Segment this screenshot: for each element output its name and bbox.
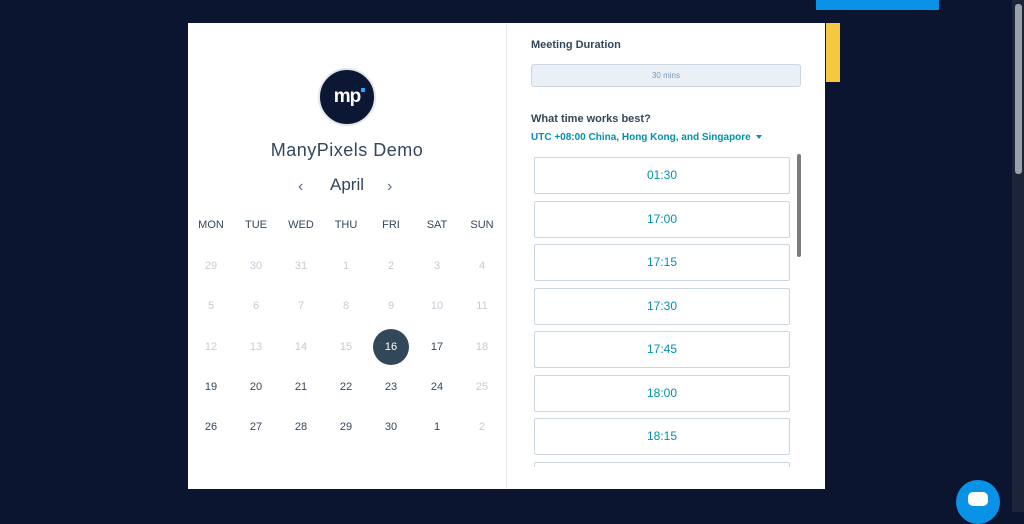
calendar-day: 30 bbox=[249, 260, 263, 272]
month-navigation: ‹ April › bbox=[188, 175, 506, 199]
calendar-day: 31 bbox=[294, 260, 308, 272]
calendar-day[interactable]: 22 bbox=[328, 369, 364, 405]
logo-text: mp bbox=[334, 86, 366, 108]
calendar-day: 4 bbox=[478, 260, 486, 272]
calendar-day: 29 bbox=[204, 260, 218, 272]
calendar-day[interactable]: 21 bbox=[283, 369, 319, 405]
meeting-scheduler-card: mp ManyPixels Demo ‹ April › MON TUE WED TH… bbox=[188, 23, 825, 489]
weekday-label: THU bbox=[334, 219, 358, 231]
calendar-day[interactable]: 27 bbox=[238, 409, 274, 445]
weekday-label: WED bbox=[288, 219, 314, 231]
calendar-day: 7 bbox=[297, 300, 305, 312]
calendar-day: 14 bbox=[294, 341, 308, 353]
calendar-panel: mp ManyPixels Demo ‹ April › MON TUE WED TH… bbox=[188, 23, 507, 489]
month-label: April bbox=[329, 175, 364, 194]
time-slot-button[interactable]: 17:45 bbox=[534, 331, 790, 368]
calendar-day: 3 bbox=[433, 260, 441, 272]
calendar-day: 1 bbox=[342, 260, 350, 272]
top-cta-bar[interactable] bbox=[816, 0, 939, 10]
calendar-day: 18 bbox=[475, 341, 489, 353]
calendar-day: 11 bbox=[476, 300, 488, 312]
time-slot-list[interactable]: 01:30 17:00 17:15 17:30 17:45 18:00 18:15 bbox=[534, 157, 790, 467]
page-scrollbar-thumb[interactable] bbox=[1015, 4, 1022, 174]
weekday-label: FRI bbox=[382, 219, 400, 231]
weekday-label: SAT bbox=[426, 219, 448, 231]
calendar-day[interactable]: 28 bbox=[283, 409, 319, 445]
calendar-day-selected[interactable]: 16 bbox=[373, 329, 409, 365]
accent-strip bbox=[826, 23, 840, 82]
caret-down-icon bbox=[755, 135, 762, 140]
calendar-day[interactable]: 17 bbox=[419, 329, 455, 365]
calendar-day: 2 bbox=[387, 260, 395, 272]
calendar-day: 8 bbox=[342, 300, 350, 312]
chat-bubble-icon bbox=[968, 492, 988, 506]
next-month-chevron-icon[interactable]: › bbox=[387, 178, 392, 196]
calendar-day[interactable]: 20 bbox=[238, 369, 274, 405]
time-question-label: What time works best? bbox=[531, 113, 651, 125]
time-slot-button[interactable]: 17:30 bbox=[534, 287, 790, 325]
weekday-label: MON bbox=[198, 219, 224, 231]
timezone-select[interactable]: UTC +08:00 China, Hong Kong, and Singapo… bbox=[531, 132, 762, 143]
duration-select[interactable]: 30 mins bbox=[531, 64, 801, 87]
calendar-day: 2 bbox=[478, 421, 486, 433]
time-slot-scrollbar-thumb[interactable] bbox=[797, 154, 801, 257]
calendar-day[interactable]: 23 bbox=[373, 369, 409, 405]
company-name: ManyPixels Demo bbox=[270, 140, 424, 160]
calendar-day[interactable]: 19 bbox=[193, 369, 229, 405]
chat-launcher-button[interactable] bbox=[956, 480, 1000, 524]
time-slot-button[interactable]: 17:15 bbox=[534, 244, 790, 281]
company-logo: mp bbox=[318, 68, 376, 126]
calendar-day: 13 bbox=[249, 341, 263, 353]
time-slot-button[interactable]: 18:15 bbox=[534, 418, 790, 455]
calendar-day[interactable]: 29 bbox=[328, 409, 364, 445]
calendar-day: 9 bbox=[387, 300, 395, 312]
time-slot-button[interactable] bbox=[534, 461, 790, 467]
calendar-day: 12 bbox=[204, 341, 218, 353]
time-slot-button[interactable]: 01:30 bbox=[534, 157, 790, 194]
time-selection-panel: Meeting Duration 30 mins What time works… bbox=[507, 23, 825, 489]
calendar-day: 10 bbox=[430, 300, 444, 312]
calendar-day: 5 bbox=[207, 300, 215, 312]
calendar-day[interactable]: 1 bbox=[419, 409, 455, 445]
calendar-day[interactable]: 30 bbox=[373, 409, 409, 445]
weekday-label: TUE bbox=[245, 219, 267, 231]
logo-dot-icon bbox=[361, 88, 366, 92]
timezone-label: UTC +08:00 China, Hong Kong, and Singapo… bbox=[531, 132, 751, 143]
calendar-day[interactable]: 24 bbox=[419, 369, 455, 405]
calendar-day: 15 bbox=[339, 341, 353, 353]
calendar-day[interactable]: 26 bbox=[193, 409, 229, 445]
duration-label: Meeting Duration bbox=[531, 39, 621, 51]
calendar-day: 6 bbox=[252, 300, 260, 312]
time-slot-button[interactable]: 18:00 bbox=[534, 374, 790, 412]
calendar-day: 25 bbox=[475, 381, 489, 393]
time-slot-button[interactable]: 17:00 bbox=[534, 200, 790, 238]
weekday-label: SUN bbox=[470, 219, 494, 231]
